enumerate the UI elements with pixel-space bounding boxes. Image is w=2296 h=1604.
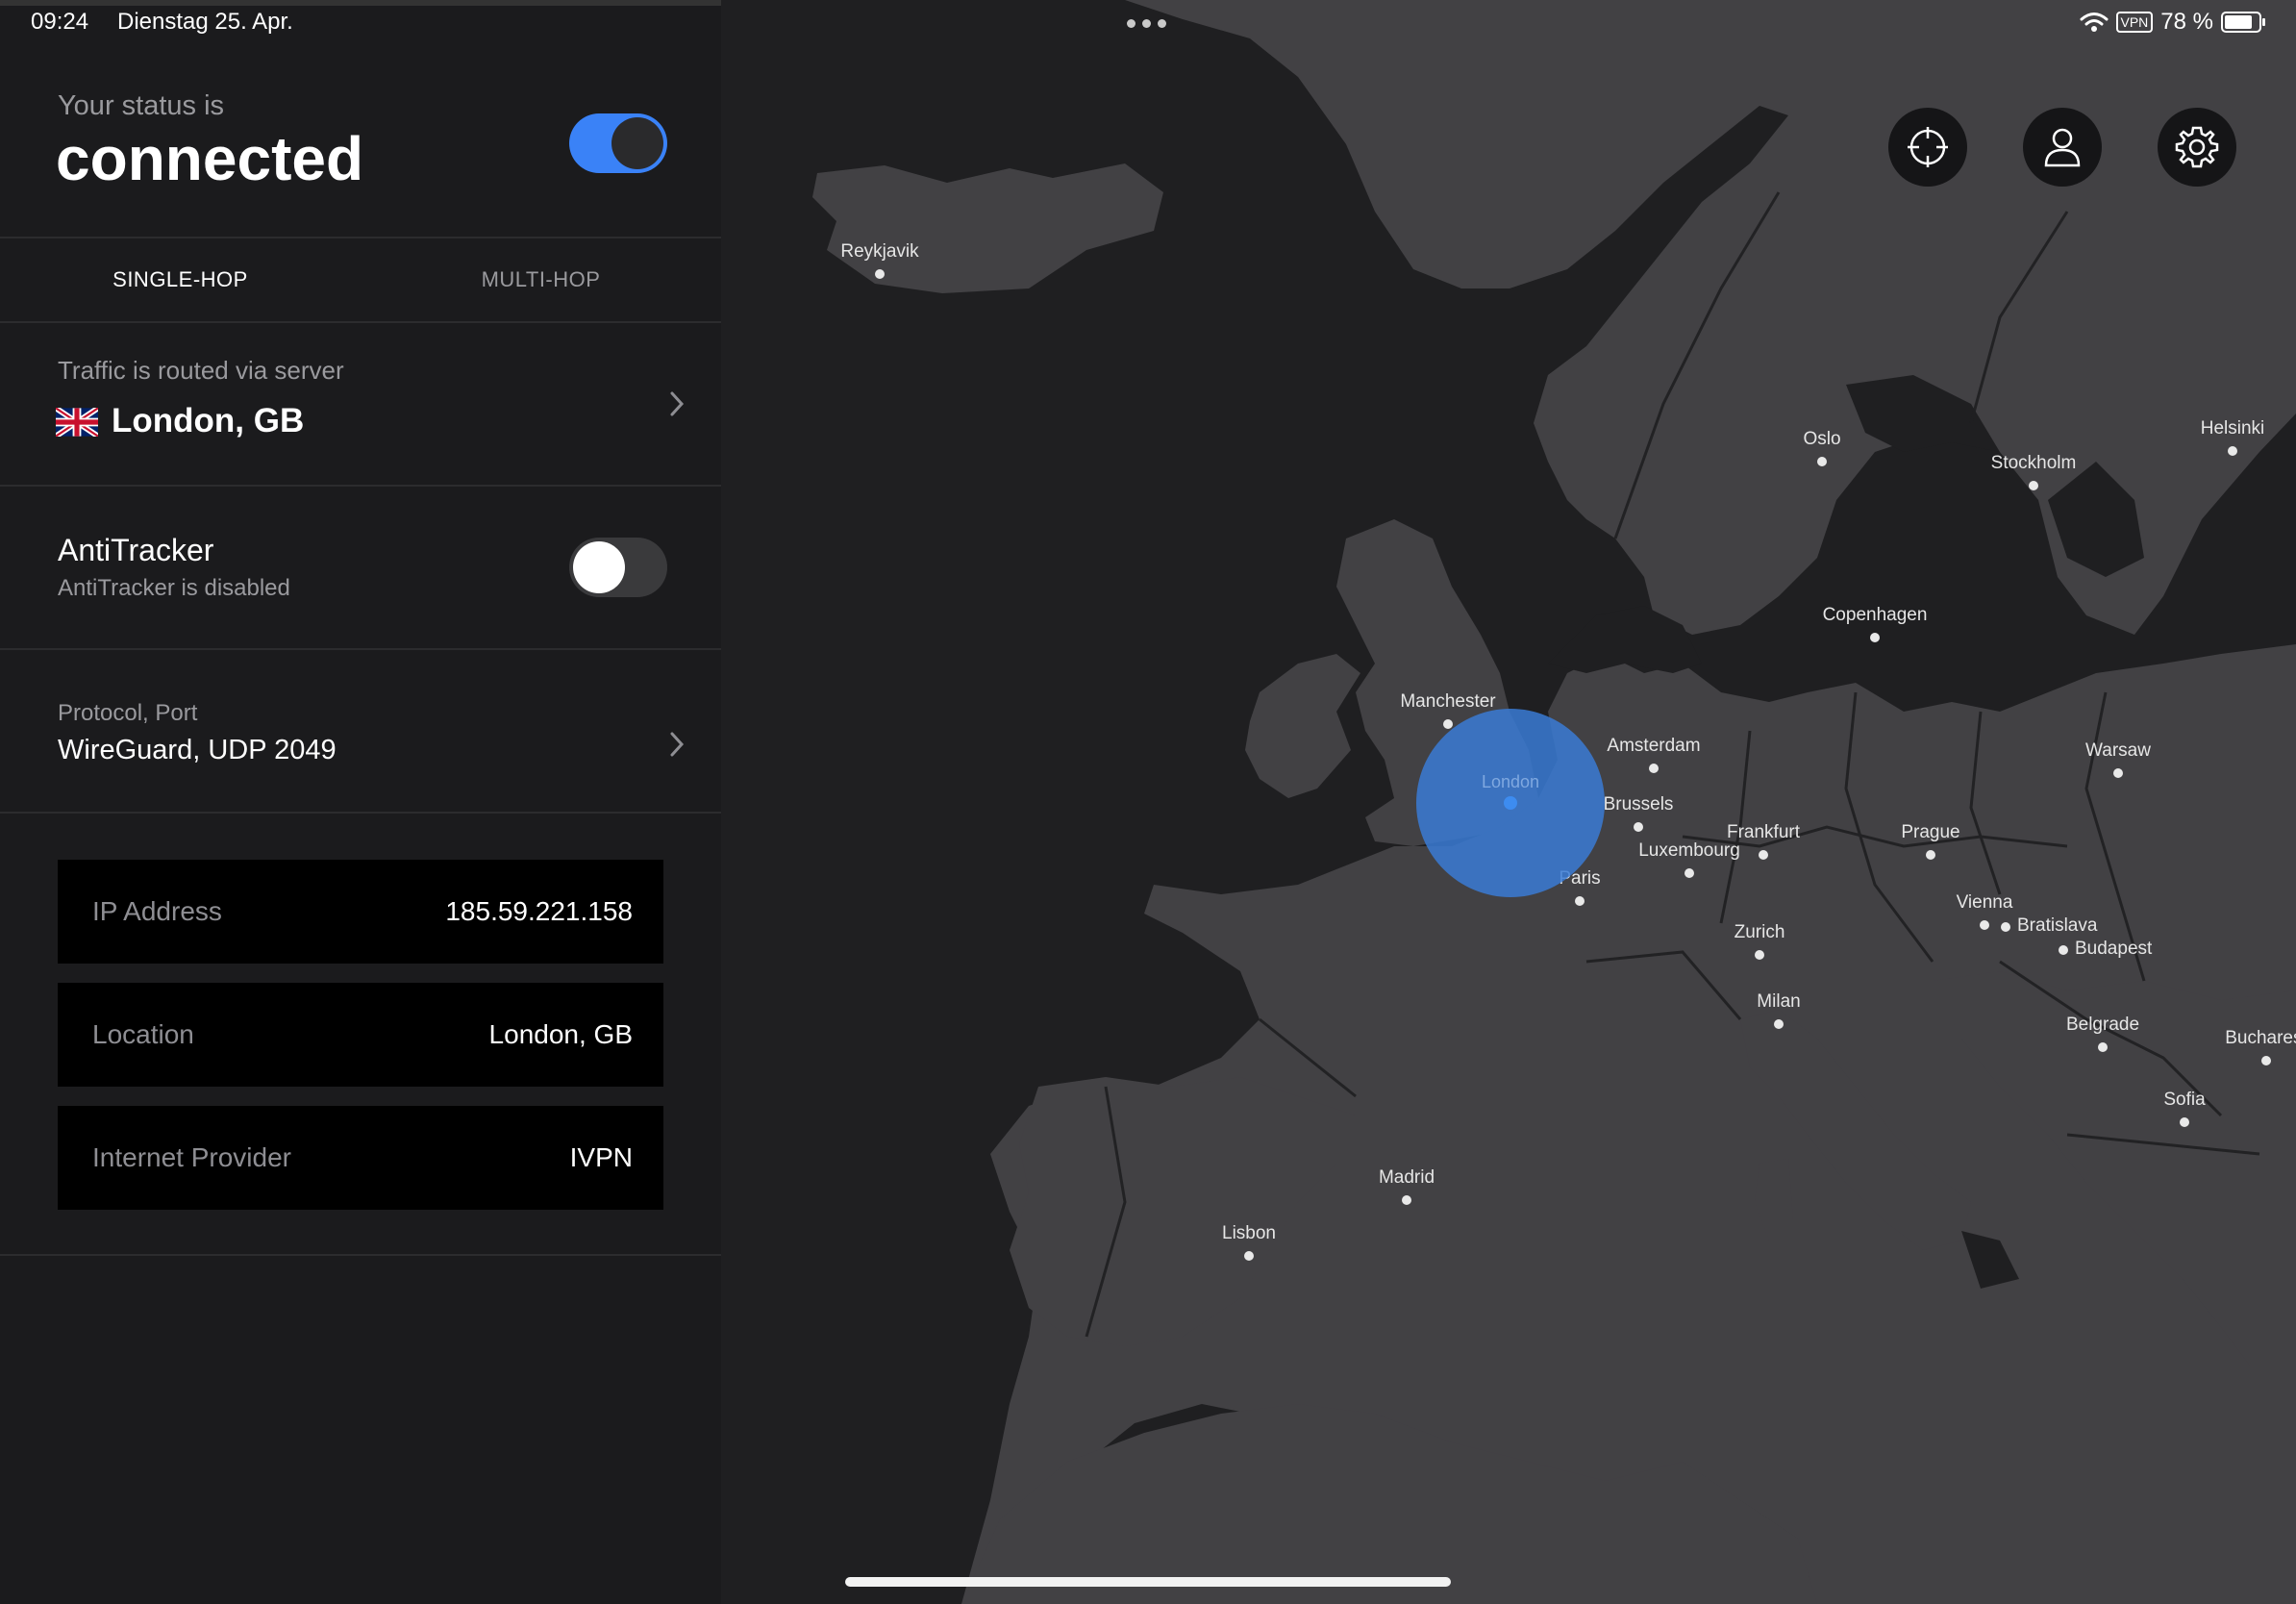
locate-button[interactable]: [1888, 108, 1967, 187]
toggle-knob: [573, 541, 625, 593]
city-dot: [1870, 633, 1880, 642]
chevron-right-icon: [670, 732, 685, 757]
chevron-right-icon: [670, 391, 685, 416]
vpn-badge: VPN: [2115, 12, 2154, 33]
city-dot: [1443, 719, 1453, 729]
city-dot: [2001, 922, 2010, 932]
toggle-knob: [611, 117, 663, 169]
info-key: Internet Provider: [92, 1142, 291, 1172]
city-dot: [1817, 457, 1827, 466]
city-dot: [875, 269, 885, 279]
tab-label: MULTI-HOP: [481, 267, 601, 291]
multitasking-dots-icon[interactable]: [1127, 19, 1166, 28]
city-dot: [1980, 920, 1989, 930]
server-label: Traffic is routed via server: [58, 356, 344, 385]
status-label: Your status is: [58, 90, 225, 121]
tab-multi-hop[interactable]: MULTI-HOP: [361, 238, 721, 321]
server-value: London, GB: [112, 402, 305, 439]
status-icons: VPN 78 %: [2080, 9, 2265, 36]
city-dot: [1649, 764, 1659, 773]
city-dot: [2059, 945, 2068, 955]
home-indicator[interactable]: [845, 1577, 1451, 1587]
status-time: 09:24: [31, 9, 89, 35]
info-value: IVPN: [569, 1142, 633, 1172]
battery-icon: [2221, 12, 2265, 33]
city-dot: [2113, 768, 2123, 778]
wifi-icon: [2080, 13, 2108, 32]
account-button[interactable]: [2023, 108, 2102, 187]
city-dot: [2180, 1117, 2189, 1127]
city-dot: [1759, 850, 1768, 860]
antitracker-title: AntiTracker: [58, 533, 214, 567]
city-dot: [1575, 896, 1585, 906]
settings-button[interactable]: [2158, 108, 2236, 187]
settings-icon: [2175, 126, 2219, 168]
protocol-row[interactable]: Protocol, Port WireGuard, UDP 2049: [0, 650, 721, 812]
marker-dot: [1504, 796, 1517, 810]
uk-flag-icon: [56, 408, 98, 437]
location-box: Location London, GB: [58, 983, 663, 1087]
protocol-value: WireGuard, UDP 2049: [58, 735, 337, 765]
locate-icon: [1908, 127, 1948, 167]
connection-toggle[interactable]: [569, 113, 667, 173]
antitracker-subtitle: AntiTracker is disabled: [58, 575, 290, 601]
tab-single-hop[interactable]: SINGLE-HOP: [0, 238, 361, 321]
server-row[interactable]: Traffic is routed via server London, GB: [0, 323, 721, 485]
info-key: IP Address: [92, 896, 222, 926]
protocol-label: Protocol, Port: [58, 700, 198, 726]
divider: [0, 812, 721, 814]
city-dot: [1634, 822, 1643, 832]
antitracker-row: AntiTracker AntiTracker is disabled: [0, 487, 721, 648]
city-dot: [1774, 1019, 1784, 1029]
antitracker-toggle[interactable]: [569, 538, 667, 597]
status-value: connected: [56, 124, 364, 193]
selected-server-marker[interactable]: London: [1416, 709, 1605, 897]
info-key: Location: [92, 1019, 194, 1049]
account-icon: [2044, 128, 2081, 167]
city-dot: [1926, 850, 1935, 860]
connection-panel: Your status is connected SINGLE-HOP MULT…: [0, 0, 721, 1604]
divider: [0, 1254, 721, 1256]
city-dot: [2098, 1042, 2108, 1052]
city-dot: [2029, 481, 2038, 490]
city-dot: [1402, 1195, 1411, 1205]
tab-label: SINGLE-HOP: [112, 267, 248, 291]
battery-percent: 78 %: [2160, 9, 2213, 35]
internet-provider-box: Internet Provider IVPN: [58, 1106, 663, 1210]
city-dot: [2228, 446, 2237, 456]
marker-label: London: [1481, 772, 1540, 791]
status-bar: 09:24 Dienstag 25. Apr. VPN 78 %: [0, 0, 2296, 44]
ip-address-box: IP Address 185.59.221.158: [58, 860, 663, 964]
city-dot: [1685, 868, 1694, 878]
city-dot: [1755, 950, 1764, 960]
server-map[interactable]: Reykjavik Oslo Stockholm Helsinki Copenh…: [721, 0, 2296, 1604]
info-value: 185.59.221.158: [445, 896, 633, 926]
city-dot: [1244, 1251, 1254, 1261]
info-value: London, GB: [488, 1019, 633, 1049]
city-dot: [2261, 1056, 2271, 1065]
status-date: Dienstag 25. Apr.: [117, 9, 293, 35]
